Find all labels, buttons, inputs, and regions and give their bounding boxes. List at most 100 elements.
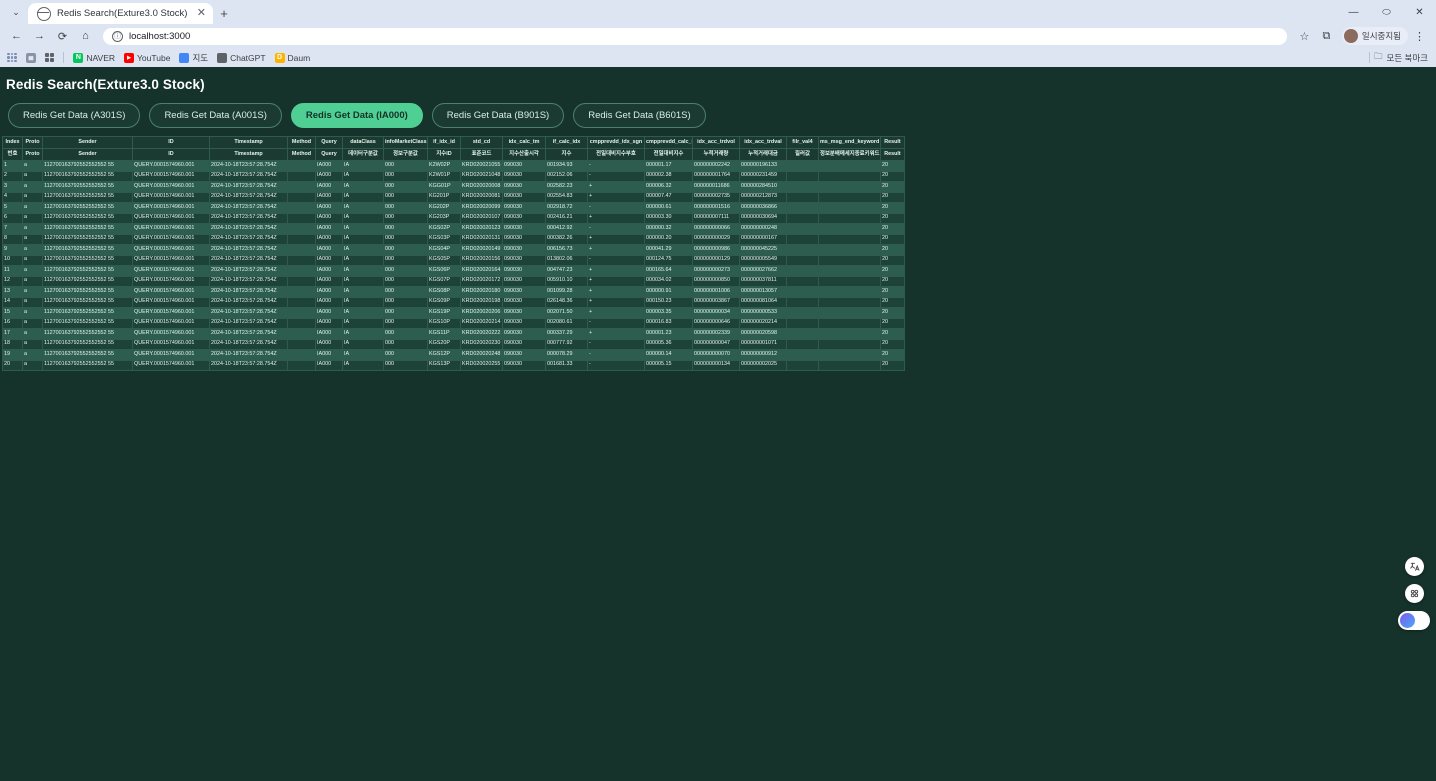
table-row[interactable]: 18 a 112700163792552552552 55 QUERY.0001574…	[2, 338, 905, 350]
table-row[interactable]: 8 a 112700163792552552552 55 QUERY.00015749…	[2, 233, 905, 245]
translate-icon[interactable]	[1404, 557, 1424, 576]
tab-redis-ia000[interactable]: Redis Get Data (IA000)	[290, 103, 423, 128]
cell-if-calc-idx: 001934.93	[545, 160, 588, 172]
bookmark-item-daum[interactable]: D Daum	[274, 52, 310, 63]
assistant-avatar-icon[interactable]	[1398, 611, 1430, 630]
cell-cmpprevdd-idx-sgn: +	[587, 307, 645, 319]
bookmark-star-icon[interactable]: ☆	[1294, 26, 1315, 47]
table-row[interactable]: 20 a 112700163792552552552 55 QUERY.0001574…	[2, 359, 905, 371]
bookmark-label: YouTube	[137, 52, 171, 63]
cell-cmpprevdd-calc-idx: 000002.38	[644, 170, 693, 182]
col-header-id[interactable]: ID	[132, 136, 210, 149]
table-row[interactable]: 10 a 112700163792552552552 55 QUERY.0001574…	[2, 254, 905, 266]
bookmark-item-youtube[interactable]: ▶ YouTube	[124, 52, 171, 63]
table-row[interactable]: 19 a 112700163792552552552 55 QUERY.0001574…	[2, 349, 905, 361]
table-row[interactable]: 3 a 112700163792552552552 55 QUERY.00015749…	[2, 181, 905, 193]
window-close-icon[interactable]: ✕	[1403, 0, 1436, 24]
col-header-timestamp[interactable]: Timestamp	[209, 136, 288, 149]
table-row[interactable]: 4 a 112700163792552552552 55 QUERY.00015749…	[2, 191, 905, 203]
browser-tab[interactable]: Redis Search(Exture3.0 Stock) ✕	[28, 3, 213, 24]
bookmark-item-chatgpt[interactable]: ChatGPT	[217, 52, 266, 63]
divider	[63, 52, 65, 63]
col-header-if-calc-idx[interactable]: if_calc_idx	[545, 136, 588, 149]
cell-cmpprevdd-calc-idx: 000006.32	[644, 181, 693, 193]
bookmark-item-reading-list[interactable]: ≣	[25, 52, 36, 63]
page-content: Redis Search(Exture3.0 Stock) Redis Get …	[0, 67, 1436, 781]
cell-infomarketclass: 000	[383, 349, 428, 361]
bookmark-item-map[interactable]: 지도	[179, 52, 208, 64]
cell-method	[287, 296, 316, 308]
close-icon[interactable]: ✕	[196, 8, 207, 19]
tab-redis-b601s[interactable]: Redis Get Data (B601S)	[573, 103, 706, 128]
col-header-ms-msg-end-keyword[interactable]: ms_msg_end_keyword	[818, 136, 881, 149]
cell-if-idx-id: KGS12P	[427, 349, 461, 361]
col-header-cmpprevdd-calc-idx[interactable]: cmpprevdd_calc_idx	[644, 136, 693, 149]
cell-cmpprevdd-calc-idx: 000041.29	[644, 244, 693, 256]
cell-if-idx-id: KGS02P	[427, 223, 461, 235]
cell-timestamp: 2024-10-18T23:57:28.754Z	[209, 307, 288, 319]
col-header-cmpprevdd-idx-sgn[interactable]: cmpprevdd_idx_sgn	[587, 136, 645, 149]
back-icon[interactable]: ←	[6, 26, 27, 47]
forward-icon[interactable]: →	[29, 26, 50, 47]
cell-proto: a	[22, 317, 43, 329]
table-row[interactable]: 14 a 112700163792552552552 55 QUERY.0001574…	[2, 296, 905, 308]
tab-redis-a301s[interactable]: Redis Get Data (A301S)	[8, 103, 141, 128]
col-header-sender[interactable]: Sender	[42, 136, 133, 149]
table-row[interactable]: 13 a 112700163792552552552 55 QUERY.0001574…	[2, 286, 905, 298]
col-header-infomarketclass[interactable]: infoMarketClass	[383, 136, 428, 149]
col-header-result[interactable]: Result	[880, 136, 905, 149]
col-header-idx-acc-trdvol[interactable]: idx_acc_trdvol	[692, 136, 740, 149]
table-row[interactable]: 15 a 112700163792552552552 55 QUERY.0001574…	[2, 307, 905, 319]
cell-idx-acc-trdval: 000000000533	[739, 307, 787, 319]
cell-query: IA000	[315, 160, 343, 172]
qr-grid-icon[interactable]	[1404, 584, 1424, 603]
apps-grid-icon[interactable]	[7, 52, 17, 63]
col-header-idx-acc-trdval[interactable]: idx_acc_trdval	[739, 136, 787, 149]
cell-index: 7	[2, 223, 23, 235]
table-row[interactable]: 7 a 112700163792552552552 55 QUERY.00015749…	[2, 223, 905, 235]
bookmark-item-naver[interactable]: N NAVER	[73, 52, 115, 63]
col-header-proto[interactable]: Proto	[22, 136, 43, 149]
address-bar[interactable]: ⓘ localhost:3000	[103, 27, 1287, 45]
tab-list-chevron-icon[interactable]: ⌄	[4, 0, 28, 24]
col-header-index[interactable]: Index	[2, 136, 23, 149]
table-row[interactable]: 1 a 112700163792552552552 55 QUERY.00015749…	[2, 160, 905, 172]
col-subheader-if-idx-id: 지수ID	[427, 148, 461, 161]
all-bookmarks-button[interactable]: 🗀 모든 북마크	[1369, 51, 1428, 65]
table-row[interactable]: 9 a 112700163792552552552 55 QUERY.00015749…	[2, 244, 905, 256]
col-header-filr-val4[interactable]: filr_val4	[786, 136, 819, 149]
cell-idx-acc-trdvol: 000000001006	[692, 286, 740, 298]
table-row[interactable]: 17 a 112700163792552552552 55 QUERY.0001574…	[2, 328, 905, 340]
browser-menu-icon[interactable]: ⋮	[1409, 26, 1430, 47]
table-row[interactable]: 5 a 112700163792552552552 55 QUERY.00015749…	[2, 202, 905, 214]
col-header-query[interactable]: Query	[315, 136, 343, 149]
tab-redis-b901s[interactable]: Redis Get Data (B901S)	[431, 103, 565, 128]
new-tab-button[interactable]: +	[213, 2, 235, 24]
reload-icon[interactable]: ⟳	[52, 26, 73, 47]
cell-idx-acc-trdvol: 000000000129	[692, 254, 740, 266]
extensions-icon[interactable]: ⧉	[1316, 26, 1337, 47]
table-row[interactable]: 6 a 112700163792552552552 55 QUERY.00015749…	[2, 212, 905, 224]
table-row[interactable]: 11 a 112700163792552552552 55 QUERY.0001574…	[2, 265, 905, 277]
maximize-icon[interactable]: ⬭	[1370, 0, 1403, 24]
col-header-dataclass[interactable]: dataClass	[342, 136, 384, 149]
minimize-icon[interactable]: —	[1337, 0, 1370, 24]
cell-if-idx-id: K2W02P	[427, 160, 461, 172]
cell-std-cd: KRD020020206	[460, 307, 503, 319]
tab-redis-a001s[interactable]: Redis Get Data (A001S)	[149, 103, 282, 128]
col-header-if-idx-id[interactable]: if_idx_id	[427, 136, 461, 149]
table-row[interactable]: 12 a 112700163792552552552 55 QUERY.0001574…	[2, 275, 905, 287]
cell-idx-acc-trdval: 000000000248	[739, 223, 787, 235]
home-icon[interactable]: ⌂	[75, 26, 96, 47]
table-row[interactable]: 16 a 112700163792552552552 55 QUERY.0001574…	[2, 317, 905, 329]
cell-filr-val4	[786, 254, 819, 266]
col-header-std-cd[interactable]: std_cd	[460, 136, 503, 149]
table-row[interactable]: 2 a 112700163792552552552 55 QUERY.00015749…	[2, 170, 905, 182]
bookmark-grid-icon[interactable]	[44, 52, 55, 63]
col-header-idx-calc-tm[interactable]: idx_calc_tm	[502, 136, 546, 149]
address-bar-url: localhost:3000	[129, 30, 191, 42]
col-header-method[interactable]: Method	[287, 136, 316, 149]
cell-cmpprevdd-idx-sgn: +	[587, 286, 645, 298]
profile-button[interactable]: 일시중지됨	[1341, 27, 1408, 45]
site-info-icon[interactable]: ⓘ	[112, 30, 123, 42]
